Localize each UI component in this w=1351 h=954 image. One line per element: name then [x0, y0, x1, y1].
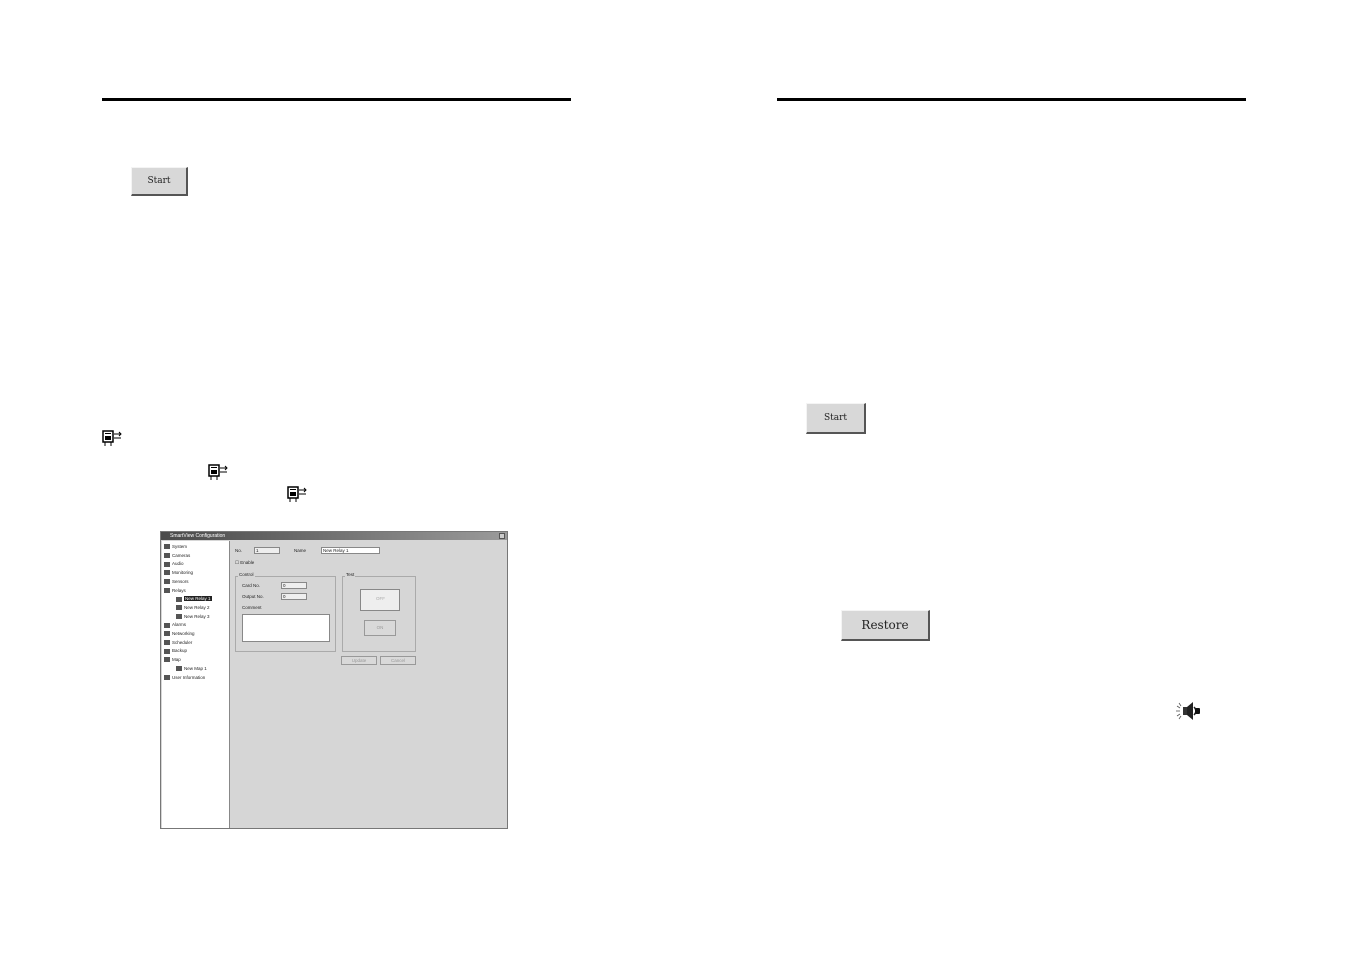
speaker-icon [1176, 702, 1200, 720]
test-group [342, 576, 416, 652]
tree-item-label: System [172, 544, 188, 549]
tree-node-icon [164, 587, 170, 593]
window-titlebar: SmartView Configuration [161, 532, 507, 540]
tree-node-icon [164, 544, 170, 550]
tree-item[interactable]: Backup [164, 647, 187, 654]
name-label: Name [294, 548, 307, 553]
tree-item[interactable]: Networking [164, 630, 195, 637]
name-field[interactable]: New Relay 1 [321, 547, 380, 554]
tree-item-label: Monitoring [172, 570, 194, 576]
tree-item-label: New Relay 1 [184, 596, 212, 602]
tree-node-icon [176, 596, 182, 602]
card-no-label: Card No. [242, 583, 261, 588]
comment-field[interactable] [242, 614, 330, 642]
relay-icon [102, 430, 122, 446]
right-page-rule [777, 98, 1246, 101]
start-button[interactable]: Start [806, 403, 866, 434]
tree-node-icon [164, 553, 170, 558]
start-button[interactable]: Start [131, 167, 188, 196]
tree-item-label: New Relay 3 [184, 613, 210, 619]
control-group-label: Control [238, 572, 255, 578]
config-tree: System Cameras Audio Monitoring Sensors Relay… [162, 541, 230, 828]
tree-item[interactable]: System [164, 543, 187, 550]
tree-item-label: New Relay 2 [184, 604, 210, 610]
tree-item-label: Backup [172, 648, 188, 654]
tree-node-icon [164, 674, 170, 680]
tree-item-label: Audio [172, 561, 184, 567]
tree-item-label: Scheduler [172, 639, 193, 645]
tree-node-icon [164, 579, 170, 585]
tree-node-icon [176, 666, 182, 672]
no-label: No. [235, 548, 243, 553]
tree-item[interactable]: Monitoring [164, 569, 193, 576]
update-button[interactable]: Update [341, 656, 377, 665]
tree-item[interactable]: Relays [164, 587, 186, 594]
tree-node-icon [176, 605, 182, 611]
tree-item-label: New Map 1 [184, 665, 207, 671]
relay-configuration-screenshot: SmartView Configuration System Cameras Aud… [160, 531, 508, 829]
tree-item-label: Networking [172, 631, 195, 636]
tree-item[interactable]: Cameras [164, 552, 190, 559]
tree-item[interactable]: New Relay 3 [176, 613, 210, 620]
tree-item-label: Alarms [172, 622, 187, 628]
tree-item[interactable]: New Relay 2 [176, 604, 210, 611]
tree-item[interactable]: New Relay 1 [176, 595, 212, 602]
card-no-field[interactable]: 0 [281, 582, 307, 589]
output-no-field[interactable]: 0 [281, 593, 307, 600]
tree-node-icon [164, 657, 170, 663]
tree-item-label: Cameras [172, 552, 191, 558]
close-icon[interactable] [499, 533, 505, 539]
tree-node-icon [176, 613, 182, 619]
test-group-label: Test [345, 572, 356, 578]
enable-label: Enable [240, 560, 255, 565]
enable-checkbox[interactable]: ☐ Enable [235, 560, 254, 566]
tree-node-icon [164, 570, 170, 576]
relay-icon [287, 486, 307, 502]
tree-node-icon [164, 648, 170, 654]
tree-item-label: Map [172, 657, 181, 663]
test-on-button[interactable]: ON [364, 620, 396, 636]
tree-item[interactable]: Map [164, 656, 181, 663]
tree-item[interactable]: Alarms [164, 621, 186, 628]
tree-node-icon [164, 631, 170, 637]
tree-item-label: Sensors [172, 578, 189, 584]
tree-item[interactable]: New Map 1 [176, 665, 207, 672]
tree-node-icon [164, 622, 170, 628]
comment-label: Comment [242, 605, 262, 610]
output-no-label: Output No. [242, 594, 264, 599]
tree-item[interactable]: Scheduler [164, 639, 192, 646]
tree-item[interactable]: User Information [164, 674, 205, 681]
left-page-rule [102, 98, 571, 101]
tree-node-icon [164, 561, 170, 567]
cancel-button[interactable]: Cancel [380, 656, 416, 665]
tree-item-label: User Information [172, 674, 206, 680]
no-field[interactable]: 1 [254, 547, 280, 554]
relay-icon [208, 464, 228, 480]
tree-node-icon [164, 640, 170, 645]
window-title: SmartView Configuration [170, 533, 226, 539]
tree-item-label: Relays [172, 587, 186, 593]
restore-button[interactable]: Restore [841, 610, 930, 641]
test-display: OFF [360, 589, 400, 611]
tree-item[interactable]: Sensors [164, 578, 189, 585]
tree-item[interactable]: Audio [164, 560, 184, 567]
